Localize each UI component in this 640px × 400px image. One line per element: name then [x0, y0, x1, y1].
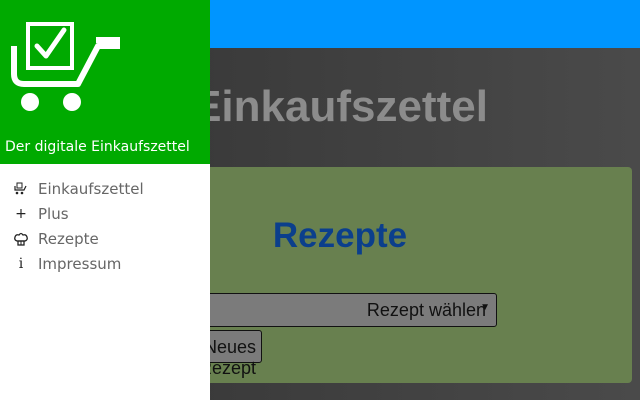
drawer-tagline: Der digitale Einkaufszettel: [5, 139, 190, 155]
chef-hat-icon: [12, 230, 30, 248]
drawer-nav: Einkaufszettel + Plus Rezepte i Impressu…: [0, 176, 210, 276]
nav-item-rezepte[interactable]: Rezepte: [0, 226, 210, 251]
nav-item-label: Plus: [38, 204, 69, 223]
nav-item-label: Einkaufszettel: [38, 179, 144, 198]
plus-icon: +: [15, 205, 27, 222]
shopping-cart-check-icon: [11, 22, 120, 111]
nav-item-impressum[interactable]: i Impressum: [0, 251, 210, 276]
navigation-drawer: Der digitale Einkaufszettel Einkaufszett…: [0, 0, 210, 400]
drawer-header: Der digitale Einkaufszettel: [0, 0, 210, 164]
nav-item-label: Rezepte: [38, 229, 99, 248]
nav-item-einkaufszettel[interactable]: Einkaufszettel: [0, 176, 210, 201]
chevron-down-icon: ▼: [480, 302, 490, 313]
nav-item-label: Impressum: [38, 254, 122, 273]
info-icon: i: [18, 255, 24, 272]
cart-icon: [12, 180, 30, 198]
nav-item-plus[interactable]: + Plus: [0, 201, 210, 226]
